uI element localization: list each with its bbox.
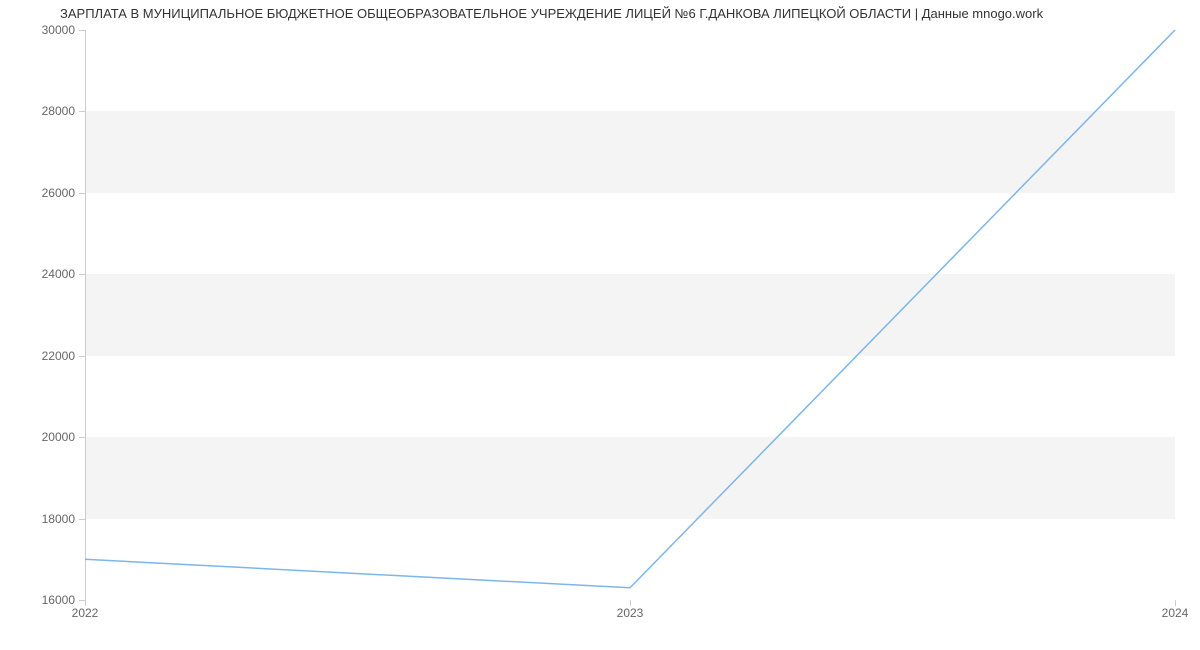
chart-title: ЗАРПЛАТА В МУНИЦИПАЛЬНОЕ БЮДЖЕТНОЕ ОБЩЕО… bbox=[60, 6, 1043, 21]
chart-container: ЗАРПЛАТА В МУНИЦИПАЛЬНОЕ БЮДЖЕТНОЕ ОБЩЕО… bbox=[0, 0, 1200, 650]
y-tick-mark bbox=[79, 437, 85, 438]
x-tick-mark bbox=[85, 600, 86, 606]
x-tick-label: 2022 bbox=[72, 606, 99, 620]
y-tick-mark bbox=[79, 356, 85, 357]
x-tick-mark bbox=[630, 600, 631, 606]
y-tick-label: 18000 bbox=[35, 512, 75, 526]
y-tick-mark bbox=[79, 30, 85, 31]
y-tick-label: 28000 bbox=[35, 104, 75, 118]
x-tick-mark bbox=[1175, 600, 1176, 606]
y-tick-label: 22000 bbox=[35, 349, 75, 363]
plot-area: 1600018000200002200024000260002800030000… bbox=[85, 30, 1175, 600]
x-tick-label: 2023 bbox=[617, 606, 644, 620]
y-tick-label: 16000 bbox=[35, 593, 75, 607]
x-tick-label: 2024 bbox=[1162, 606, 1189, 620]
y-tick-mark bbox=[79, 193, 85, 194]
y-tick-mark bbox=[79, 519, 85, 520]
y-tick-label: 26000 bbox=[35, 186, 75, 200]
y-tick-mark bbox=[79, 111, 85, 112]
y-tick-label: 24000 bbox=[35, 267, 75, 281]
line-series-layer bbox=[85, 30, 1175, 600]
data-line bbox=[85, 30, 1175, 588]
y-tick-label: 20000 bbox=[35, 430, 75, 444]
y-tick-mark bbox=[79, 274, 85, 275]
y-tick-label: 30000 bbox=[35, 23, 75, 37]
